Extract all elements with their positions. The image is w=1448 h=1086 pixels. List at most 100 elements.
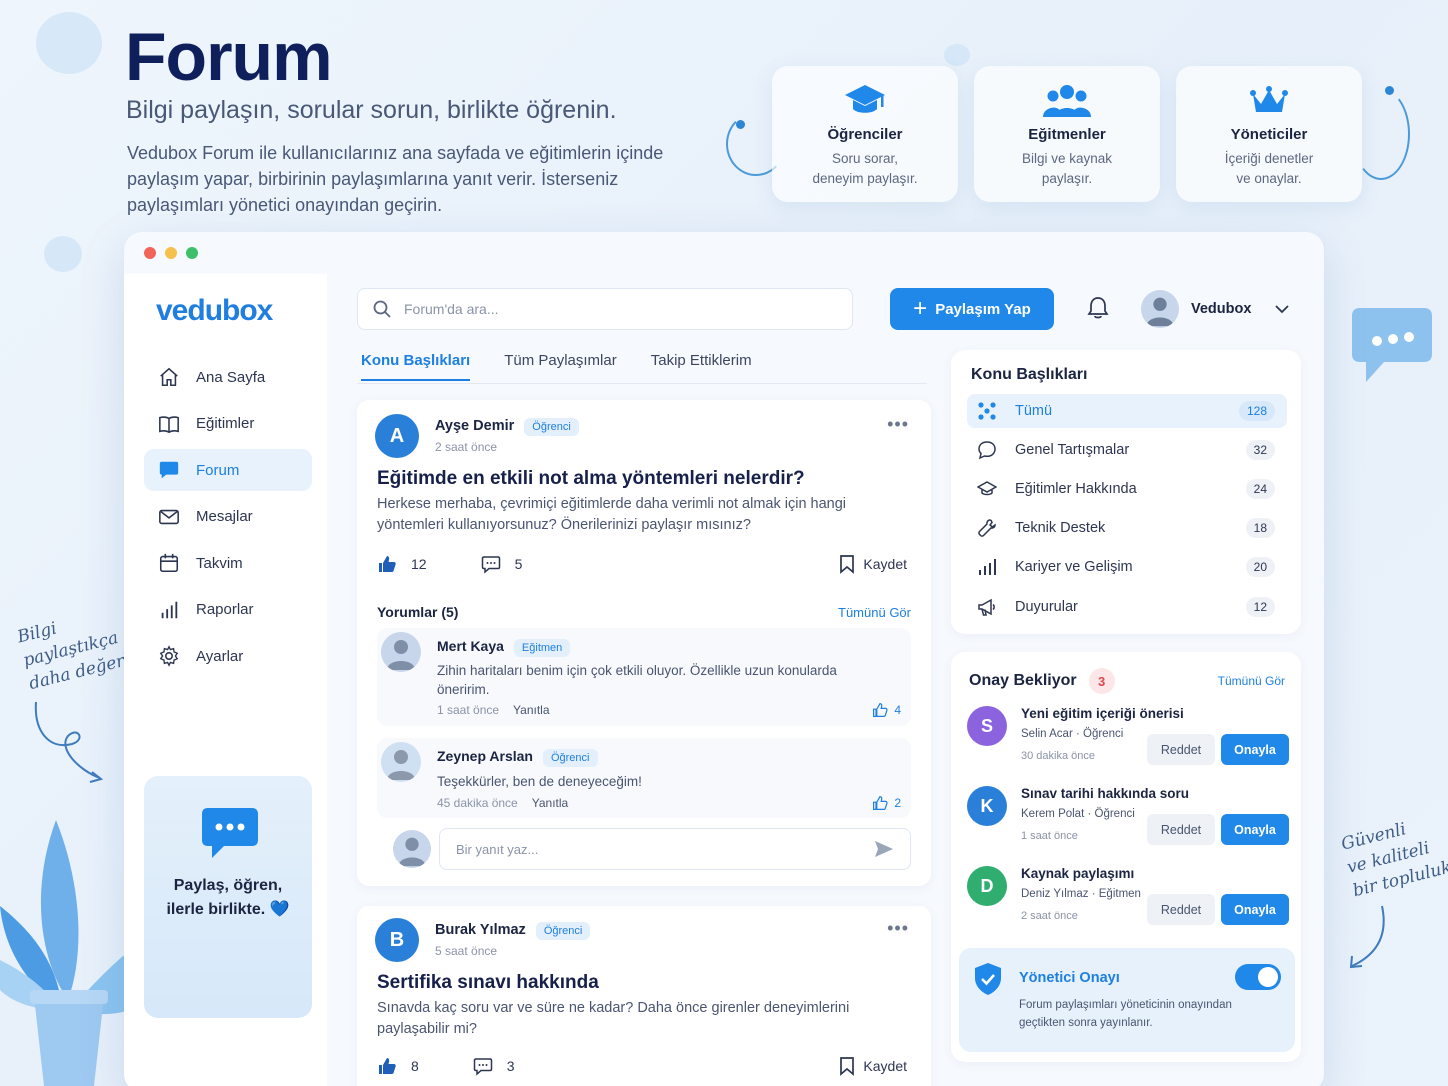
sidebar-item-label: Raporlar [196, 601, 254, 618]
role-desc: Soru sorar, deneyim paylaşır. [812, 151, 918, 186]
close-dot[interactable] [144, 247, 156, 259]
topic-career[interactable]: Kariyer ve Gelişim 20 [967, 550, 1287, 584]
page-description: Vedubox Forum ile kullanıcılarınız ana s… [127, 143, 664, 215]
topic-all[interactable]: Tümü 128 [967, 394, 1287, 428]
topic-count: 128 [1238, 401, 1275, 421]
topic-count: 20 [1245, 557, 1275, 577]
post-author[interactable]: Burak Yılmaz Öğrenci [435, 922, 591, 940]
pending-item-time: 1 saat önce [1021, 830, 1078, 842]
sidebar-item-courses[interactable]: Eğitimler [144, 403, 312, 445]
pending-item-title[interactable]: Yeni eğitim içeriği önerisi [1021, 706, 1184, 721]
author-name: Burak Yılmaz [435, 922, 526, 938]
comment-author[interactable]: Zeynep Arslan Öğrenci [437, 748, 598, 767]
sidebar-item-forum[interactable]: Forum [144, 449, 312, 491]
topics-panel-title: Konu Başlıkları [971, 366, 1088, 383]
send-icon[interactable] [874, 840, 894, 858]
see-all-comments-link[interactable]: Tümünü Gör [838, 605, 911, 620]
vedubox-logo[interactable]: vedubox [156, 294, 273, 328]
reply-input[interactable]: Bir yanıt yaz... [439, 828, 911, 870]
topic-general[interactable]: Genel Tartışmalar 32 [967, 433, 1287, 467]
sidebar-item-settings[interactable]: Ayarlar [144, 635, 312, 677]
save-button[interactable]: Kaydet [839, 1056, 907, 1076]
chat-bubble-icon [978, 441, 996, 460]
approve-button[interactable]: Onayla [1221, 894, 1289, 925]
post-stats: 8 3 [377, 1056, 515, 1076]
admin-approval-toggle[interactable] [1235, 964, 1281, 990]
avatar[interactable]: B [375, 918, 419, 962]
sidebar-item-messages[interactable]: Mesajlar [144, 496, 312, 538]
post-title[interactable]: Eğitimde en etkili not alma yöntemleri n… [377, 468, 805, 490]
comment-icon[interactable] [473, 1056, 493, 1076]
role-badge: Öğrenci [542, 749, 598, 767]
pending-item-title[interactable]: Sınav tarihi hakkında soru [1021, 786, 1189, 801]
reject-button[interactable]: Reddet [1147, 814, 1215, 845]
comment-icon[interactable] [481, 554, 501, 574]
reply-link[interactable]: Yanıtla [532, 796, 568, 810]
topic-courses[interactable]: Eğitimler Hakkında 24 [967, 472, 1287, 506]
search-input[interactable]: Forum'da ara... [404, 301, 499, 317]
approve-button[interactable]: Onayla [1221, 814, 1289, 845]
sidebar-item-label: Ana Sayfa [196, 368, 266, 386]
save-button[interactable]: Kaydet [839, 554, 907, 574]
comment-like-button[interactable]: 2 [872, 795, 901, 811]
bookmark-icon [840, 1057, 855, 1076]
minimize-dot[interactable] [165, 247, 177, 259]
promo-card: Paylaş, öğren, ilerle birlikte. 💙 [144, 776, 312, 1018]
tab-all-posts[interactable]: Tüm Paylaşımlar [504, 352, 617, 381]
topic-support[interactable]: Teknik Destek 18 [967, 511, 1287, 545]
thumbs-up-icon[interactable] [377, 1056, 397, 1076]
shield-check-icon [975, 963, 1001, 995]
more-options-icon[interactable]: ••• [887, 414, 909, 435]
search-bar[interactable]: Forum'da ara... [357, 288, 853, 330]
role-card-admins: Yöneticiler İçeriği denetler ve onaylar. [1176, 66, 1362, 202]
see-all-pending-link[interactable]: Tümünü Gör [1218, 674, 1285, 688]
annotation-right: Güvenli ve kaliteli bir topluluk [1339, 819, 1448, 902]
topic-announcements[interactable]: Duyurular 12 [967, 590, 1287, 624]
chat-bubble-icon [202, 808, 258, 858]
share-post-button[interactable]: + Paylaşım Yap [890, 288, 1054, 330]
avatar[interactable]: A [375, 414, 419, 458]
avatar[interactable] [381, 632, 421, 672]
sidebar-item-label: Eğitimler [196, 415, 255, 432]
comment-author[interactable]: Mert Kaya Eğitmen [437, 638, 571, 657]
comment-meta: 45 dakika önce Yanıtla [437, 796, 568, 810]
calendar-icon [159, 553, 179, 573]
pending-count-badge: 3 [1088, 668, 1115, 694]
tab-following[interactable]: Takip Ettiklerim [651, 352, 752, 381]
sidebar-item-label: Forum [196, 461, 240, 479]
author-name: Zeynep Arslan [437, 748, 533, 764]
avatar[interactable] [381, 742, 421, 782]
more-options-icon[interactable]: ••• [887, 918, 909, 939]
post-title[interactable]: Sertifika sınavı hakkında [377, 972, 599, 994]
topic-label: Eğitimler Hakkında [1015, 481, 1137, 497]
approve-button[interactable]: Onayla [1221, 734, 1289, 765]
reply-link[interactable]: Yanıtla [513, 703, 549, 717]
topic-label: Teknik Destek [1015, 520, 1106, 536]
comment-like-button[interactable]: 4 [872, 702, 901, 718]
maximize-dot[interactable] [186, 247, 198, 259]
bell-icon[interactable] [1087, 296, 1109, 320]
plant-illustration [0, 820, 130, 1086]
post-card: A Ayşe Demir Öğrenci 2 saat önce ••• Eğit… [357, 400, 931, 886]
role-badge: Öğrenci [524, 418, 579, 436]
thumbs-up-icon[interactable] [377, 554, 397, 574]
page-subtitle: Bilgi paylaşın, sorular sorun, birlikte … [126, 96, 617, 124]
pending-item-title[interactable]: Kaynak paylaşımı [1021, 866, 1134, 881]
role-badge: Öğrenci [535, 922, 591, 940]
post-author[interactable]: Ayşe Demir Öğrenci [435, 418, 579, 436]
reject-button[interactable]: Reddet [1147, 734, 1215, 765]
like-count: 12 [411, 556, 427, 572]
tab-topics[interactable]: Konu Başlıkları [361, 352, 471, 381]
reject-button[interactable]: Reddet [1147, 894, 1215, 925]
comment-like-count: 4 [894, 703, 901, 717]
sidebar-item-label: Takvim [196, 554, 243, 572]
role-card-students: Öğrenciler Soru sorar, deneyim paylaşır. [772, 66, 958, 202]
pending-item-time: 2 saat önce [1021, 910, 1078, 922]
user-menu[interactable]: Vedubox [1141, 288, 1291, 330]
user-name: Vedubox [1191, 301, 1252, 317]
sidebar-item-reports[interactable]: Raporlar [144, 589, 312, 631]
pending-item-author: Deniz Yılmaz · Eğitmen [1021, 888, 1141, 900]
sidebar-item-calendar[interactable]: Takvim [144, 542, 312, 584]
sidebar-item-home[interactable]: Ana Sayfa [144, 356, 312, 398]
author-name: Mert Kaya [437, 638, 504, 654]
